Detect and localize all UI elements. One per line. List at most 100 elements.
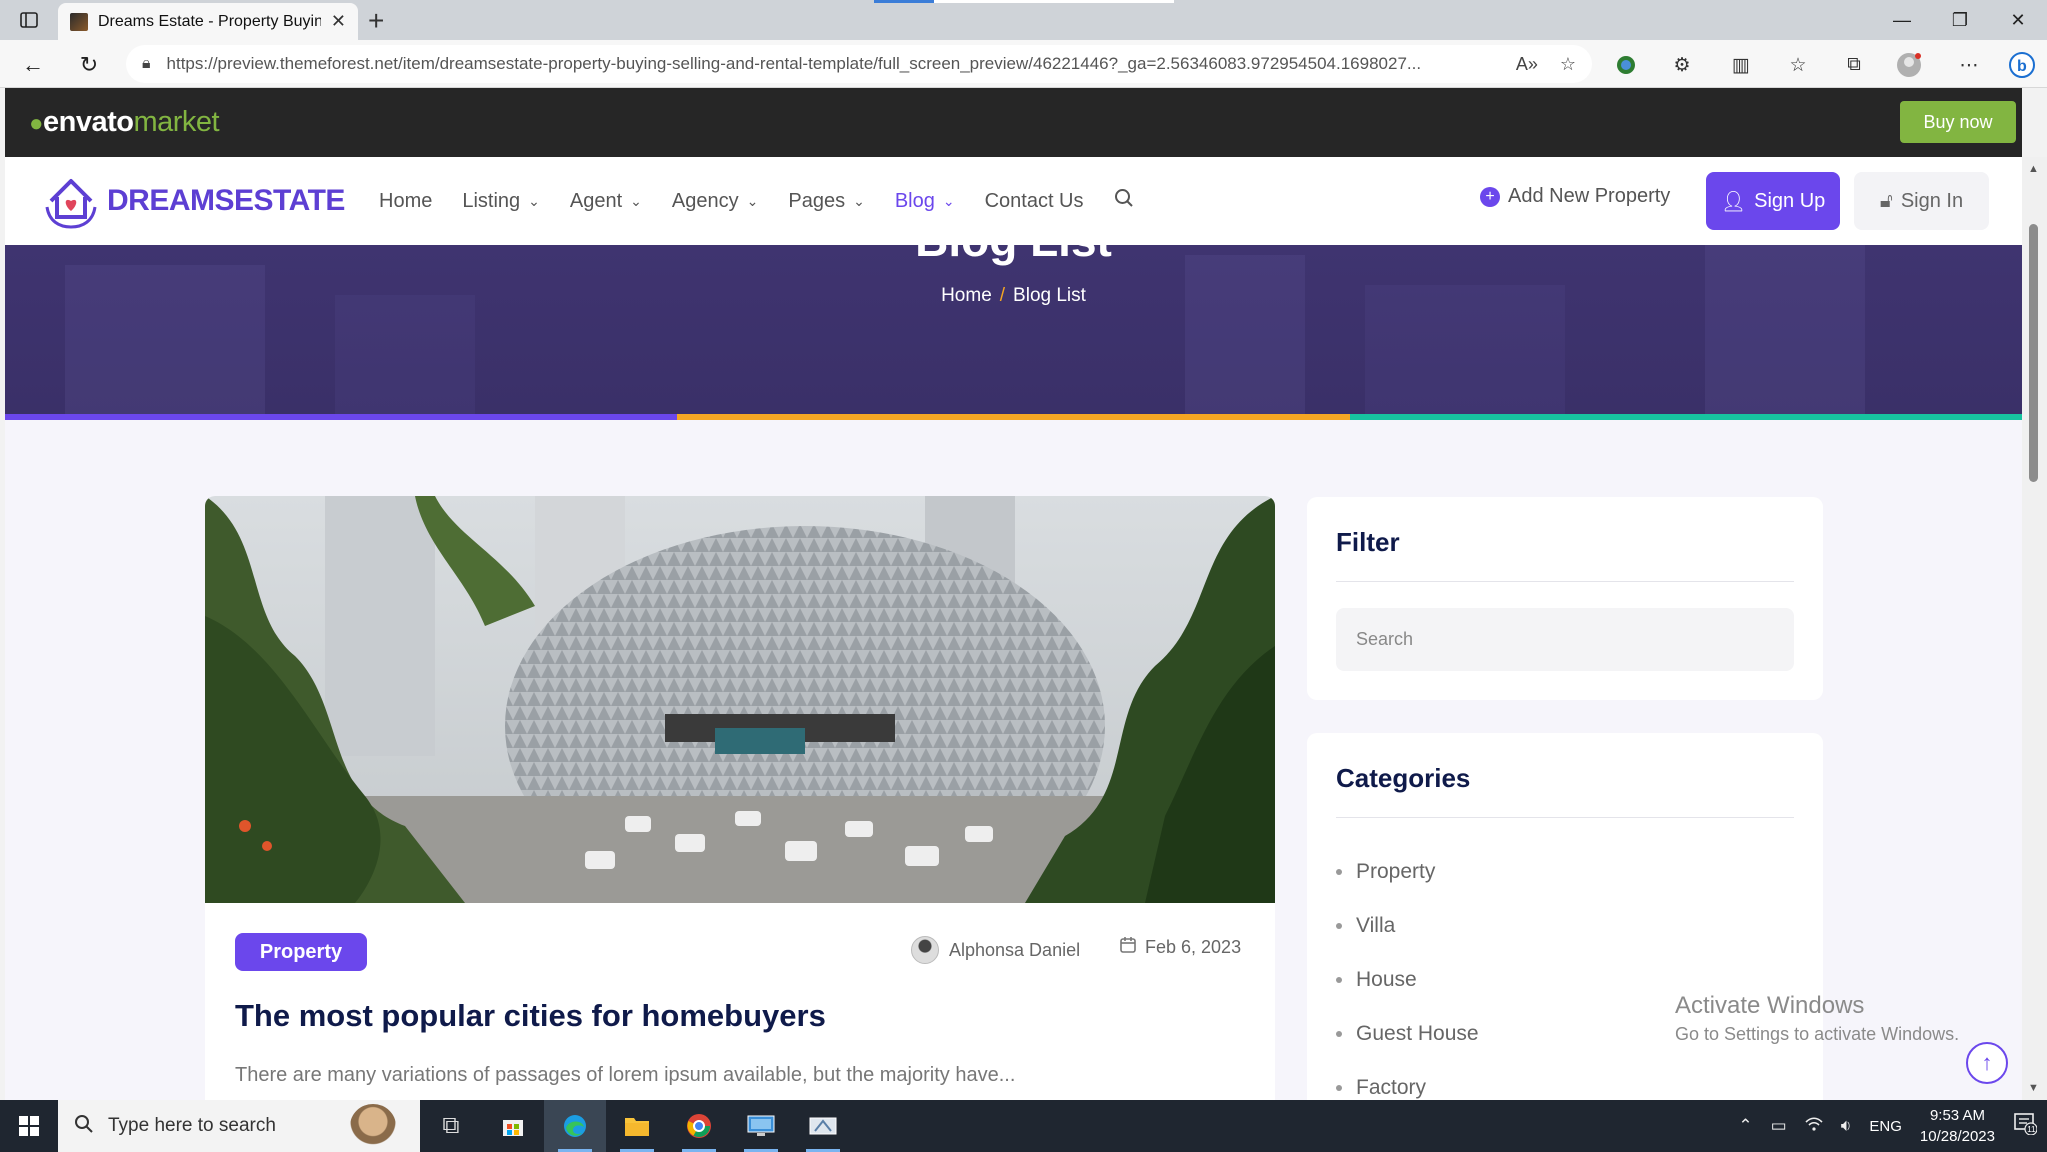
windows-start-icon[interactable] (0, 1100, 58, 1152)
logo-dreams: DREAMS (107, 184, 235, 217)
nav-agency-label: Agency (671, 189, 739, 212)
banner-color-stripe (5, 414, 2022, 420)
breadcrumb-current: Blog List (1013, 285, 1086, 306)
search-highlight-image (350, 1104, 396, 1148)
wifi-icon[interactable] (1805, 1116, 1823, 1137)
volume-icon[interactable]: 🔉︎ (1841, 1116, 1852, 1136)
language-indicator[interactable]: ENG (1869, 1118, 1902, 1135)
divider (1336, 581, 1794, 582)
address-bar[interactable]: 🔒︎ https://preview.themeforest.net/item/… (126, 45, 1592, 83)
chrome-icon[interactable] (668, 1100, 730, 1152)
chevron-up-icon[interactable]: ⌃ (1738, 1116, 1752, 1136)
nav-agent[interactable]: Agent ⌄ (570, 190, 642, 213)
device-icon[interactable]: ▭ (1771, 1116, 1787, 1136)
extensions-icon[interactable]: ⚙ (1668, 52, 1696, 78)
nav-blog[interactable]: Blog ⌄ (895, 190, 955, 213)
notification-count: 11 (2027, 1125, 2036, 1134)
site-header: DREAMSESTATE Home Listing ⌄ Agent ⌄ Agency… (5, 157, 2022, 245)
nav-agency[interactable]: Agency ⌄ (672, 190, 758, 213)
favorites-icon[interactable]: ☆ (1784, 52, 1812, 78)
category-label: Factory (1356, 1076, 1427, 1099)
stripe-purple (5, 414, 678, 420)
sign-in-button[interactable]: 🔓︎ Sign In (1854, 172, 1989, 230)
lock-icon[interactable]: 🔒︎ (142, 55, 151, 73)
sign-up-button[interactable]: 👤︎ Sign Up (1706, 172, 1840, 230)
scroll-up-arrow-icon[interactable]: ▲ (2028, 163, 2039, 175)
categories-heading: Categories (1336, 763, 1471, 793)
close-window-icon[interactable]: ✕ (1989, 0, 2047, 40)
scrollbar-thumb[interactable] (2029, 224, 2038, 482)
buy-now-button[interactable]: Buy now (1900, 101, 2016, 143)
post-title[interactable]: The most popular cities for homebuyers (235, 998, 826, 1034)
notifications-icon[interactable]: 11 (2013, 1111, 2038, 1141)
user-plus-icon: 👤︎ (1720, 190, 1747, 213)
browser-tab-active[interactable]: Dreams Estate - Property Buying ✕ (58, 3, 358, 40)
post-date: Feb 6, 2023 (1119, 936, 1241, 959)
post-author[interactable]: Alphonsa Daniel (911, 936, 1080, 964)
author-avatar (911, 936, 939, 964)
profile-avatar-icon[interactable] (1895, 52, 1923, 78)
scroll-to-top-button[interactable]: ↑ (1966, 1042, 2008, 1084)
close-tab-icon[interactable]: ✕ (331, 11, 346, 32)
tab-title: Dreams Estate - Property Buying (98, 12, 321, 30)
back-icon[interactable]: ← (18, 50, 48, 80)
microsoft-store-icon[interactable] (482, 1100, 544, 1152)
svg-text:b: b (2017, 58, 2027, 75)
dreams-estate-logo[interactable]: DREAMSESTATE (41, 171, 345, 231)
collections-icon[interactable]: ⧉ (1840, 52, 1868, 78)
url-text[interactable]: https://preview.themeforest.net/item/dre… (167, 54, 1494, 74)
post-excerpt: There are many variations of passages of… (235, 1064, 1016, 1086)
envato-logo-text: envato (43, 106, 134, 138)
category-item[interactable]: Property (1336, 845, 1479, 899)
nav-agent-label: Agent (569, 189, 623, 212)
logo-estate: ESTATE (234, 184, 345, 217)
minimize-icon[interactable]: — (1873, 0, 1931, 40)
categories-widget: Categories Property Villa House Guest Ho… (1307, 733, 1823, 1152)
add-new-property-link[interactable]: + Add New Property (1480, 185, 1670, 208)
more-menu-icon[interactable]: ⋯ (1955, 52, 1983, 78)
bing-copilot-icon[interactable]: b (2008, 52, 2036, 78)
task-view-icon[interactable]: ⧉ (420, 1100, 482, 1152)
post-date-text: Feb 6, 2023 (1145, 937, 1242, 957)
remote-desktop-icon[interactable] (730, 1100, 792, 1152)
activate-windows-watermark: Activate Windows Go to Settings to activ… (1675, 992, 1959, 1045)
file-explorer-icon[interactable] (606, 1100, 668, 1152)
divider (1336, 817, 1794, 818)
category-item[interactable]: Guest House (1336, 1007, 1479, 1061)
scroll-down-arrow-icon[interactable]: ▼ (2028, 1082, 2039, 1094)
category-label: House (1356, 968, 1417, 991)
clock[interactable]: 9:53 AM 10/28/2023 (1920, 1105, 1995, 1147)
clock-time: 9:53 AM (1929, 1107, 1985, 1124)
nav-contact[interactable]: Contact Us (985, 190, 1084, 213)
search-input[interactable] (1336, 608, 1794, 671)
tab-actions-icon[interactable] (16, 8, 42, 32)
breadcrumb-home[interactable]: Home (941, 285, 992, 306)
envato-market-logo[interactable]: ●envatomarket (29, 106, 220, 139)
restore-icon[interactable]: ❐ (1931, 0, 1989, 40)
nav-pages[interactable]: Pages ⌄ (788, 190, 864, 213)
category-tag[interactable]: Property (235, 933, 367, 971)
refresh-icon[interactable]: ↻ (74, 50, 104, 80)
filter-widget: Filter (1307, 497, 1823, 700)
edge-browser-icon[interactable] (544, 1100, 606, 1152)
split-screen-icon[interactable]: ▥ (1727, 52, 1755, 78)
category-item[interactable]: Villa (1336, 899, 1479, 953)
category-item[interactable]: House (1336, 953, 1479, 1007)
read-aloud-icon[interactable]: A» (1516, 54, 1538, 75)
taskbar-search-box[interactable]: Type here to search (58, 1100, 420, 1152)
nav-home[interactable]: Home (379, 190, 432, 213)
new-tab-icon[interactable]: + (368, 5, 384, 37)
search-icon[interactable] (1114, 188, 1134, 214)
main-navigation: Home Listing ⌄ Agent ⌄ Agency ⌄ Pages ⌄ Blog… (379, 157, 1134, 245)
blog-post-image[interactable] (205, 496, 1275, 903)
window-controls: — ❐ ✕ (1873, 0, 2047, 40)
favorite-star-icon[interactable]: ☆ (1560, 54, 1576, 75)
extension-globe-icon[interactable] (1612, 52, 1640, 78)
browser-tab-strip: Dreams Estate - Property Buying ✕ + — ❐ … (0, 0, 2047, 40)
blog-post-card: Property Alphonsa Daniel Feb 6, 2023 The… (205, 496, 1275, 1116)
page-scrollbar[interactable]: ▲ ▼ (2022, 157, 2047, 1100)
nav-listing[interactable]: Listing ⌄ (462, 190, 540, 213)
category-label: Property (1356, 860, 1436, 883)
snipping-tool-icon[interactable] (792, 1100, 854, 1152)
filter-heading: Filter (1336, 527, 1400, 557)
